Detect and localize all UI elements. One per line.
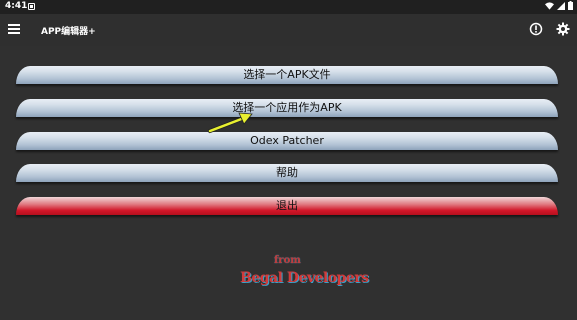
status-bar: 4:41 (0, 0, 577, 14)
status-icons (545, 1, 573, 10)
odex-patcher-button[interactable]: Odex Patcher (16, 132, 558, 150)
annotation-arrow-icon (208, 112, 253, 133)
developer-logo: from Begal Developers (230, 252, 369, 297)
app-bar: APP编辑器+ (0, 14, 577, 46)
signal-icon (557, 1, 565, 10)
select-apk-button[interactable]: 选择一个APK文件 (16, 66, 558, 84)
logo-from-text: from (274, 255, 301, 266)
wifi-icon (545, 1, 554, 10)
help-button[interactable]: 帮助 (16, 164, 558, 182)
menu-icon[interactable] (8, 24, 20, 34)
gear-icon[interactable] (556, 22, 570, 36)
app-title: APP编辑器+ (41, 27, 96, 37)
notification-icon (28, 3, 35, 10)
battery-icon (568, 1, 573, 10)
logo-brand-text: Begal Developers (240, 270, 369, 286)
exit-button[interactable]: 退出 (16, 197, 558, 215)
select-app-button[interactable]: 选择一个应用作为APK (16, 99, 558, 117)
status-time: 4:41 (5, 1, 28, 11)
info-icon[interactable] (529, 22, 543, 36)
